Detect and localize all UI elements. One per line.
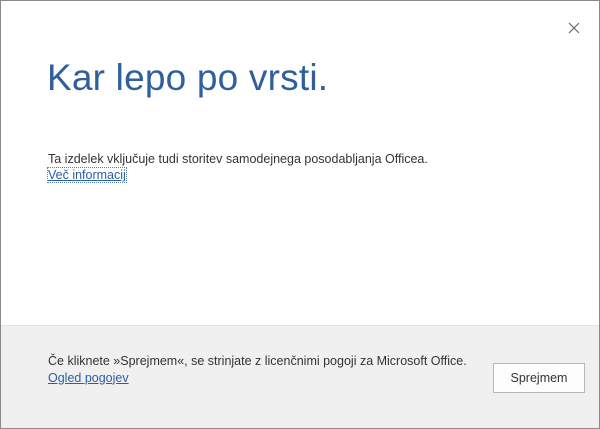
dialog-title: Kar lepo po vrsti. xyxy=(47,57,329,98)
close-button[interactable] xyxy=(559,13,589,43)
license-notice: Če kliknete »Sprejmem«, se strinjate z l… xyxy=(48,353,468,386)
close-icon xyxy=(568,22,580,34)
update-service-text: Ta izdelek vključuje tudi storitev samod… xyxy=(48,152,428,166)
body-message: Ta izdelek vključuje tudi storitev samod… xyxy=(47,151,568,183)
more-info-link[interactable]: Več informacij xyxy=(47,167,127,183)
office-dialog: Kar lepo po vrsti. Ta izdelek vključuje … xyxy=(0,0,600,429)
dialog-footer: Če kliknete »Sprejmem«, se strinjate z l… xyxy=(1,325,599,428)
accept-button[interactable]: Sprejmem xyxy=(493,363,585,393)
view-terms-link[interactable]: Ogled pogojev xyxy=(48,370,468,387)
license-text: Če kliknete »Sprejmem«, se strinjate z l… xyxy=(48,354,467,368)
